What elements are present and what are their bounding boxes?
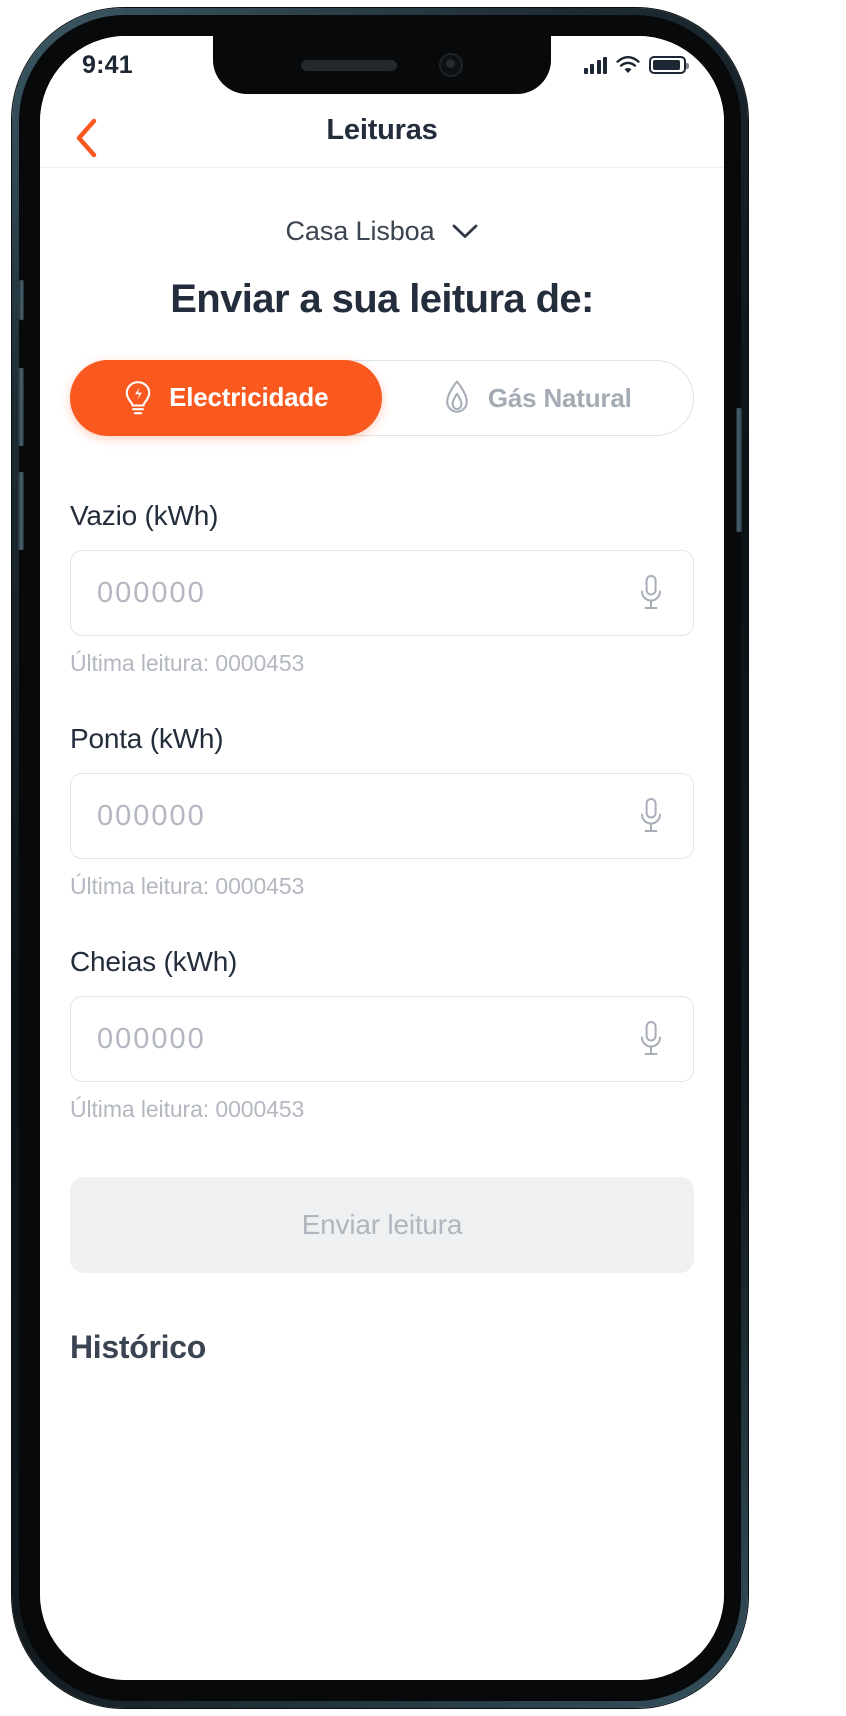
- reading-field-vazio: Vazio (kWh) 000000 Última leitura: 00004…: [70, 500, 694, 677]
- house-selector[interactable]: Casa Lisboa: [70, 216, 694, 247]
- content-scroll-area[interactable]: Casa Lisboa Enviar a sua leitura de: Ele…: [40, 168, 724, 1680]
- field-hint-ponta: Última leitura: 0000453: [70, 873, 305, 899]
- front-camera: [439, 53, 463, 77]
- flame-icon: [446, 380, 468, 413]
- submit-reading-button[interactable]: Enviar leitura: [70, 1177, 694, 1273]
- lightbulb-icon: [125, 380, 151, 414]
- app-root: Leituras Casa Lisboa Enviar a sua leitur…: [40, 36, 724, 1680]
- mic-button-cheias[interactable]: [631, 1015, 671, 1063]
- page-heading: Enviar a sua leitura de:: [170, 277, 594, 321]
- segment-electricidade[interactable]: Electricidade: [69, 359, 382, 436]
- chevron-down-icon: [452, 224, 477, 238]
- page-title: Leituras: [326, 114, 438, 146]
- chevron-left-icon: [76, 118, 97, 158]
- field-label-vazio: Vazio (kWh): [70, 500, 219, 531]
- field-hint-cheias: Última leitura: 0000453: [70, 1096, 305, 1122]
- reading-field-cheias: Cheias (kWh) 000000 Última leitura: 0000…: [70, 946, 694, 1123]
- reading-input-vazio[interactable]: [97, 576, 631, 610]
- wifi-icon: [616, 56, 640, 73]
- volume-down-button[interactable]: [18, 472, 24, 550]
- energy-type-segmented-control: Electricidade Gás Natural: [69, 359, 694, 436]
- device-stage: Leituras Casa Lisboa Enviar a sua leitur…: [0, 0, 846, 1716]
- silent-switch[interactable]: [19, 280, 24, 320]
- reading-input-cheias[interactable]: [97, 1022, 631, 1056]
- field-label-ponta: Ponta (kWh): [70, 723, 224, 754]
- battery-icon: [649, 56, 689, 74]
- power-button[interactable]: [736, 408, 742, 532]
- phone-screen: Leituras Casa Lisboa Enviar a sua leitur…: [40, 36, 724, 1680]
- field-label-cheias: Cheias (kWh): [70, 946, 238, 977]
- input-wrapper-ponta[interactable]: [70, 773, 694, 859]
- history-section-title: Histórico: [70, 1329, 206, 1365]
- reading-field-ponta: Ponta (kWh) 000000 Última leitura: 00004…: [70, 723, 694, 900]
- mic-button-vazio[interactable]: [631, 569, 671, 617]
- phone-frame: Leituras Casa Lisboa Enviar a sua leitur…: [12, 8, 748, 1708]
- status-bar-icons: [583, 56, 689, 74]
- segment-gas-natural[interactable]: Gás Natural: [381, 361, 694, 435]
- segment-electricidade-label: Electricidade: [169, 382, 329, 412]
- microphone-icon: [641, 798, 661, 832]
- field-hint-vazio: Última leitura: 0000453: [70, 650, 305, 676]
- mic-button-ponta[interactable]: [631, 792, 671, 840]
- status-bar-time: 9:41: [82, 50, 133, 79]
- house-selector-label: Casa Lisboa: [285, 216, 435, 246]
- volume-up-button[interactable]: [18, 368, 24, 446]
- cellular-bars-icon: [583, 56, 607, 74]
- segment-gas-natural-label: Gás Natural: [487, 382, 632, 413]
- microphone-icon: [641, 1021, 661, 1055]
- input-wrapper-cheias[interactable]: [70, 996, 694, 1082]
- microphone-icon: [641, 575, 661, 609]
- input-wrapper-vazio[interactable]: [70, 550, 694, 636]
- back-button[interactable]: [62, 114, 110, 162]
- earpiece-speaker: [301, 59, 397, 71]
- reading-input-ponta[interactable]: [97, 799, 631, 833]
- device-notch: [213, 36, 551, 94]
